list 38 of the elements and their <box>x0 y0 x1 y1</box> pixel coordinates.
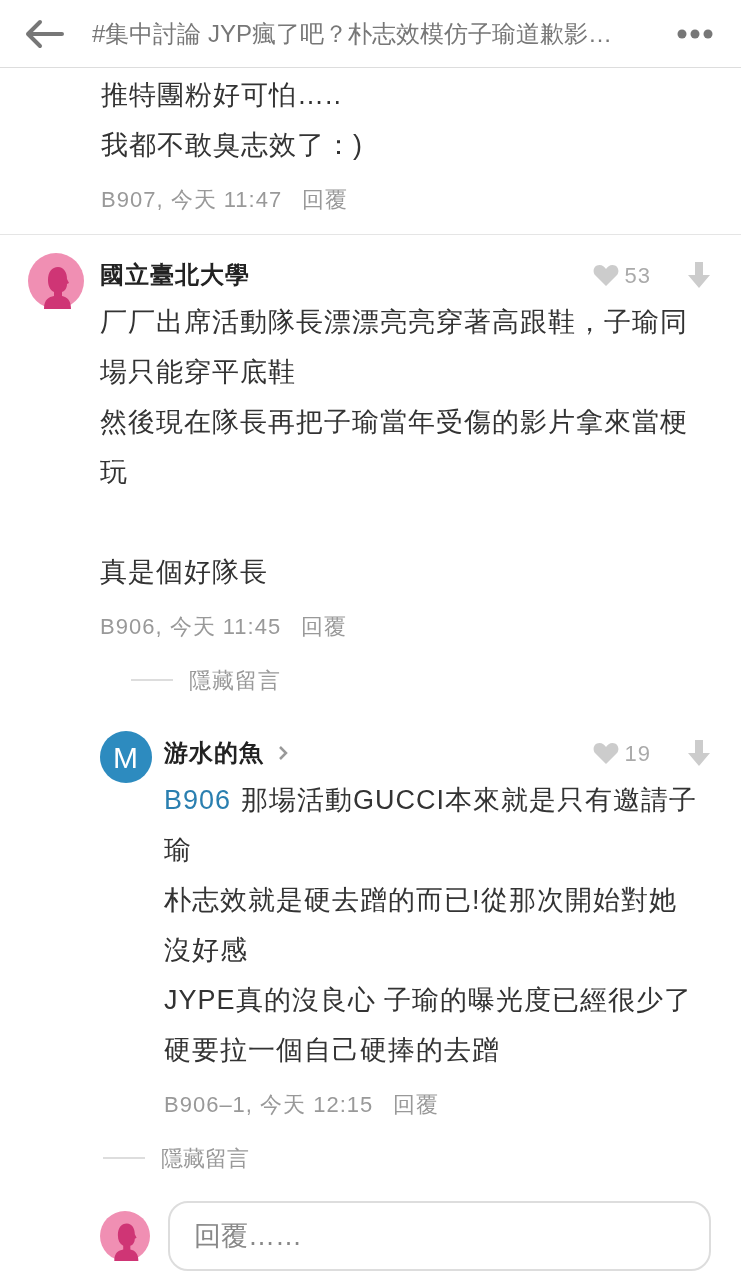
comment-text: 沒好感 <box>164 933 248 967</box>
comment-text: 那場活動GUCCI本來就是只有邀請子 <box>241 783 698 817</box>
reply-link[interactable]: 回覆 <box>393 1087 440 1121</box>
comment-text: 朴志效就是硬去蹭的而已!從那次開始對她 <box>164 883 677 917</box>
comment-text: 推特團粉好可怕….. <box>101 78 342 112</box>
hide-comments-link[interactable]: 隱藏留言 <box>189 663 281 697</box>
comment-meta: B907, 今天 11:47 <box>101 185 283 214</box>
comment-text: JYPE真的沒良心 子瑜的曝光度已經很少了 <box>164 983 693 1017</box>
back-icon[interactable] <box>24 18 64 49</box>
comment-text: 瑜 <box>164 833 192 867</box>
comment-text: 我都不敢臭志效了：) <box>101 128 363 162</box>
comment-meta: B906–1, 今天 12:15 <box>164 1090 374 1119</box>
author-name[interactable]: 國立臺北大學 <box>100 257 250 293</box>
avatar: M <box>100 731 152 783</box>
comment-text: 硬要拉一個自己硬捧的去蹭 <box>164 1033 500 1067</box>
comment-text: 玩 <box>100 455 128 489</box>
down-arrow-icon[interactable] <box>687 262 711 288</box>
reply-link[interactable]: 回覆 <box>301 609 348 643</box>
author-name[interactable]: 游水的魚 <box>164 735 264 771</box>
hide-comments-link[interactable]: 隱藏留言 <box>161 1141 249 1175</box>
avatar-icon <box>100 1211 150 1261</box>
comment-text: 厂厂出席活動隊長漂漂亮亮穿著高跟鞋，子瑜同 <box>100 305 688 339</box>
comment-text: 真是個好隊長 <box>100 555 268 589</box>
more-icon[interactable] <box>677 28 713 39</box>
mention-link[interactable]: B906 <box>164 779 232 821</box>
avatar-icon <box>28 253 84 309</box>
heart-icon[interactable] <box>592 742 619 764</box>
reply-link[interactable]: 回覆 <box>302 182 349 216</box>
like-count: 53 <box>624 261 651 290</box>
page-title: #集中討論 JYP瘋了吧？朴志效模仿子瑜道歉影… <box>92 18 614 49</box>
reply-input-field[interactable]: 回覆…… <box>168 1201 711 1271</box>
comment-text: 然後現在隊長再把子瑜當年受傷的影片拿來當梗 <box>100 405 688 439</box>
comment-text: 場只能穿平底鞋 <box>100 355 296 389</box>
comment-meta: B906, 今天 11:45 <box>100 612 282 641</box>
like-count: 19 <box>624 739 651 768</box>
heart-icon[interactable] <box>592 264 619 286</box>
down-arrow-icon[interactable] <box>687 740 711 766</box>
chevron-right-icon[interactable] <box>278 745 288 761</box>
